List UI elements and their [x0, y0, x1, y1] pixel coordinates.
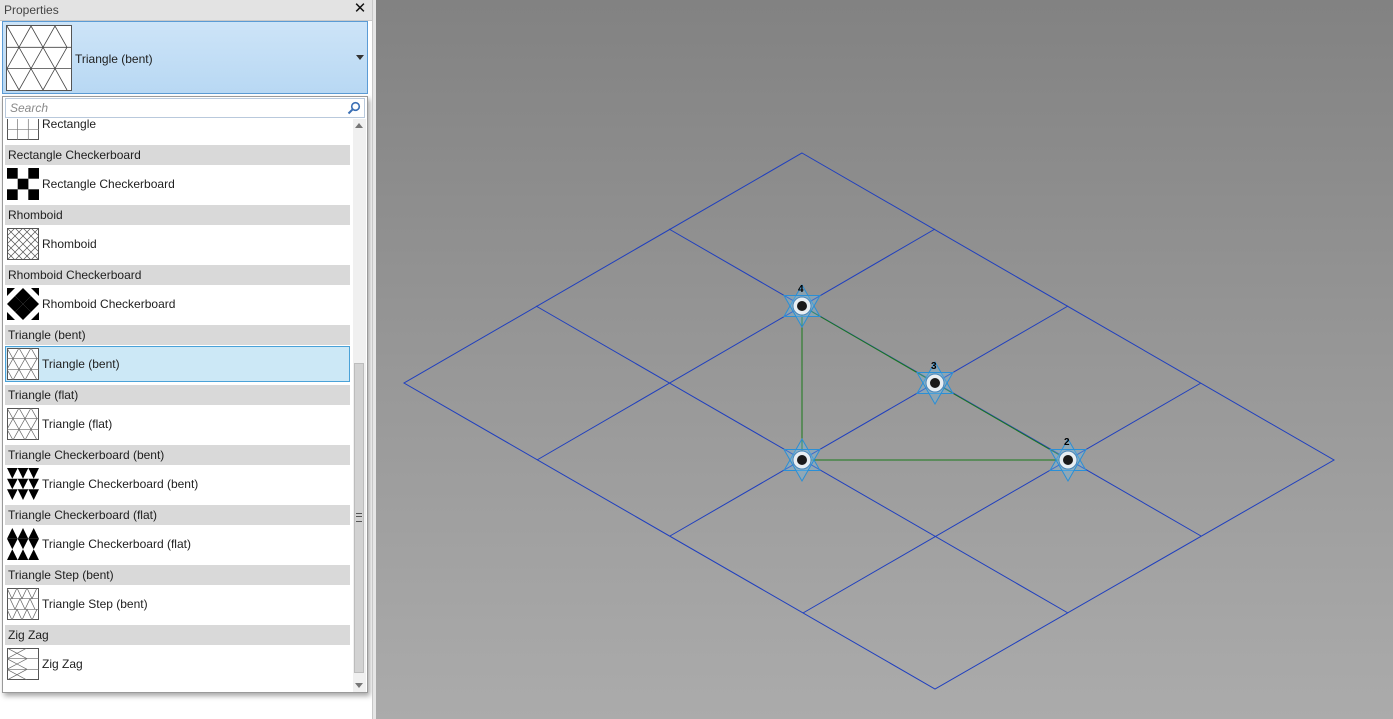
node-label-2: 2: [1064, 437, 1070, 448]
panel-title: Properties: [4, 3, 59, 17]
close-icon[interactable]: ✕: [352, 1, 368, 17]
scroll-down-arrow-icon[interactable]: [355, 683, 363, 688]
triangle-flat-icon: [6, 407, 39, 441]
list-item-label: Rectangle Checkerboard: [42, 177, 175, 191]
list-item-label: Triangle Checkerboard (flat): [42, 537, 191, 551]
scrollbar-thumb[interactable]: [354, 363, 364, 673]
list-item-label: Triangle (flat): [42, 417, 113, 431]
list-item[interactable]: Triangle Checkerboard (bent): [5, 466, 350, 502]
rhomboid-icon: [6, 227, 40, 261]
group-header: Rectangle Checkerboard: [5, 145, 350, 165]
pattern-list: Rectangle Rectangle Checkerboard Rectang…: [3, 119, 353, 692]
pattern-grid: [402, 152, 1336, 690]
type-selector-label: Triangle (bent): [75, 52, 153, 66]
list-item-label: Triangle Checkerboard (bent): [42, 477, 199, 491]
list-item-label: Rectangle: [42, 119, 97, 131]
triangle-checkerboard-bent-icon: [7, 468, 39, 500]
search-box[interactable]: [5, 98, 365, 118]
triangle-step-bent-icon: [6, 587, 39, 621]
list-item-label: Rhomboid Checkerboard: [42, 297, 176, 311]
panel-title-bar[interactable]: Properties ✕: [0, 0, 372, 21]
group-header: Triangle Step (bent): [5, 565, 350, 585]
group-header: Zig Zag: [5, 625, 350, 645]
rectangle-pattern-icon: [7, 119, 39, 140]
list-item[interactable]: Triangle (flat): [5, 406, 350, 442]
node-label-4: 4: [798, 284, 804, 295]
list-item[interactable]: Triangle Checkerboard (flat): [5, 526, 350, 562]
search-icon[interactable]: [347, 101, 361, 115]
search-input[interactable]: [10, 101, 330, 115]
node-label-3: 3: [931, 361, 937, 372]
list-item[interactable]: Rectangle: [5, 119, 350, 142]
grip-icon: [356, 513, 362, 522]
rectangle-checkerboard-icon: [7, 168, 39, 200]
type-selector[interactable]: Triangle (bent): [2, 21, 368, 94]
list-item-label: Triangle Step (bent): [42, 597, 148, 611]
list-item-label: Triangle (bent): [42, 357, 120, 371]
group-header: Triangle (flat): [5, 385, 350, 405]
list-item-label: Rhomboid: [42, 237, 97, 251]
rhomboid-checkerboard-icon: [7, 288, 39, 320]
list-scrollbar[interactable]: [353, 119, 366, 692]
pattern-dropdown-list: Rectangle Rectangle Checkerboard Rectang…: [2, 96, 368, 693]
chevron-down-icon[interactable]: [356, 55, 364, 60]
list-item[interactable]: Rectangle Checkerboard: [5, 166, 350, 202]
group-header: Rhomboid Checkerboard: [5, 265, 350, 285]
list-item[interactable]: Rhomboid: [5, 226, 350, 262]
scroll-up-arrow-icon[interactable]: [355, 123, 363, 128]
group-header: Rhomboid: [5, 205, 350, 225]
list-item-selected[interactable]: Triangle (bent): [5, 346, 350, 382]
group-header: Triangle (bent): [5, 325, 350, 345]
zig-zag-icon: [6, 647, 39, 681]
properties-panel: Properties ✕ Triangle (bent) Search Rect…: [0, 0, 372, 719]
list-item[interactable]: Zig Zag: [5, 646, 350, 682]
drawing-canvas[interactable]: 4 3 2: [376, 0, 1393, 719]
list-item-label: Zig Zag: [42, 657, 83, 671]
triangle-checkerboard-flat-icon: [7, 528, 39, 560]
canvas-drawing: 4 3 2: [402, 152, 1336, 690]
triangle-bent-pattern-icon: [6, 25, 72, 91]
list-item[interactable]: Rhomboid Checkerboard: [5, 286, 350, 322]
list-item[interactable]: Triangle Step (bent): [5, 586, 350, 622]
group-header: Triangle Checkerboard (bent): [5, 445, 350, 465]
group-header: Triangle Checkerboard (flat): [5, 505, 350, 525]
triangle-bent-icon: [6, 347, 39, 381]
